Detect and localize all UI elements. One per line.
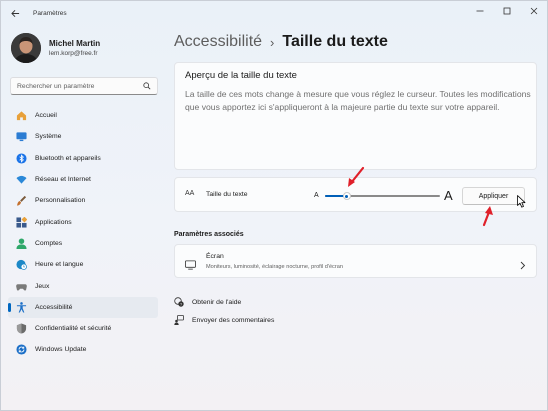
sidebar-item-bluetooth[interactable]: Bluetooth et appareils (8, 148, 158, 169)
close-button[interactable] (520, 1, 547, 21)
title-bar: Paramètres (1, 1, 547, 25)
search-placeholder: Rechercher un paramètre (17, 82, 95, 90)
settings-window: Paramètres Michel Martin lem.korp@free.f… (0, 0, 548, 411)
sidebar-item-systeme[interactable]: Système (8, 126, 158, 147)
sidebar-item-windows-update[interactable]: Windows Update (8, 339, 158, 360)
window-controls (466, 1, 547, 21)
sidebar-item-accueil[interactable]: Accueil (8, 105, 158, 126)
text-size-icon: AA (185, 190, 195, 197)
sidebar-item-label: Windows Update (35, 346, 87, 354)
sidebar-item-label: Comptes (35, 239, 63, 247)
sidebar-item-applications[interactable]: Applications (8, 211, 158, 232)
accessibility-icon (16, 301, 27, 313)
sidebar-item-accessibilite[interactable]: Accessibilité (8, 296, 158, 318)
brush-icon (16, 195, 27, 206)
shield-icon (16, 323, 27, 334)
preview-title: Aperçu de la taille du texte (185, 70, 297, 81)
sidebar-item-label: Confidentialité et sécurité (35, 325, 112, 333)
app-title: Paramètres (33, 9, 67, 17)
apps-icon (16, 216, 27, 228)
slider-max-marker: A (444, 188, 453, 203)
sidebar-item-label: Applications (35, 218, 72, 226)
minimize-icon (476, 10, 483, 12)
back-button[interactable] (3, 1, 27, 25)
sidebar-item-jeux[interactable]: Jeux (8, 275, 158, 296)
chevron-right-icon (520, 257, 526, 275)
sidebar-item-label: Heure et langue (35, 261, 84, 269)
sidebar-item-label: Réseau et Internet (35, 176, 91, 184)
back-arrow-icon (10, 9, 19, 17)
text-size-label: Taille du texte (206, 191, 248, 198)
sidebar-item-label: Système (35, 133, 62, 141)
search-input[interactable]: Rechercher un paramètre (10, 77, 158, 95)
text-size-setting-card: AA Taille du texte A A Appliquer (174, 177, 537, 212)
sidebar-item-label: Personnalisation (35, 197, 86, 205)
avatar (11, 33, 41, 63)
sidebar-item-label: Jeux (35, 282, 50, 290)
bluetooth-icon (16, 153, 27, 164)
maximize-button[interactable] (493, 1, 520, 21)
sidebar-item-reseau[interactable]: Réseau et Internet (8, 169, 158, 190)
close-icon (530, 7, 537, 15)
system-icon (16, 131, 27, 142)
svg-text:?: ? (180, 302, 182, 306)
sidebar-item-confidentialite[interactable]: Confidentialité et sécurité (8, 318, 158, 339)
preview-body: La taille de ces mots change à mesure qu… (185, 89, 531, 112)
gamepad-icon (16, 281, 27, 292)
text-size-preview-card: Aperçu de la taille du texte La taille d… (174, 62, 537, 170)
related-screen-card[interactable]: Écran Moniteurs, luminosité, éclairage n… (174, 244, 537, 278)
account-icon (16, 238, 27, 249)
screen-card-title: Écran (206, 253, 224, 260)
sidebar-item-heure-langue[interactable]: Heure et langue (8, 254, 158, 275)
minimize-button[interactable] (466, 1, 493, 21)
text-size-slider[interactable] (325, 192, 440, 200)
slider-thumb[interactable] (342, 192, 351, 200)
mouse-cursor-icon (517, 195, 526, 208)
sidebar-item-comptes[interactable]: Comptes (8, 233, 158, 254)
user-profile[interactable]: Michel Martin lem.korp@free.fr (11, 33, 100, 63)
sidebar: Michel Martin lem.korp@free.fr Recherche… (1, 25, 164, 411)
profile-email: lem.korp@free.fr (49, 50, 98, 57)
globe-clock-icon (16, 259, 27, 271)
update-icon (16, 344, 27, 355)
related-settings-heading: Paramètres associés (174, 231, 244, 238)
sidebar-item-label: Bluetooth et appareils (35, 154, 101, 162)
help-link-label: Obtenir de l'aide (192, 298, 242, 306)
help-link[interactable]: ? Obtenir de l'aide (174, 297, 241, 307)
sidebar-item-personnalisation[interactable]: Personnalisation (8, 190, 158, 211)
sidebar-item-label: Accueil (35, 112, 57, 120)
sidebar-nav: Accueil Système Bluetooth et appareils R… (8, 105, 158, 361)
feedback-link[interactable]: Envoyer des commentaires (174, 315, 274, 325)
sidebar-item-label: Accessibilité (35, 303, 73, 311)
search-icon (143, 82, 151, 90)
page-title: Taille du texte (282, 33, 388, 50)
wifi-icon (16, 174, 27, 185)
breadcrumb-parent[interactable]: Accessibilité (174, 33, 262, 51)
breadcrumb: Accessibilité › Taille du texte (174, 33, 388, 51)
screen-card-subtitle: Moniteurs, luminosité, éclairage nocturn… (206, 264, 343, 270)
profile-name: Michel Martin (49, 39, 101, 48)
help-icon: ? (174, 297, 184, 307)
feedback-icon (174, 315, 184, 325)
home-icon (16, 110, 27, 121)
monitor-icon (185, 257, 196, 275)
feedback-link-label: Envoyer des commentaires (192, 316, 275, 324)
breadcrumb-separator: › (270, 34, 275, 50)
apply-button[interactable]: Appliquer (462, 187, 525, 205)
slider-min-marker: A (314, 192, 319, 199)
maximize-icon (503, 7, 510, 15)
